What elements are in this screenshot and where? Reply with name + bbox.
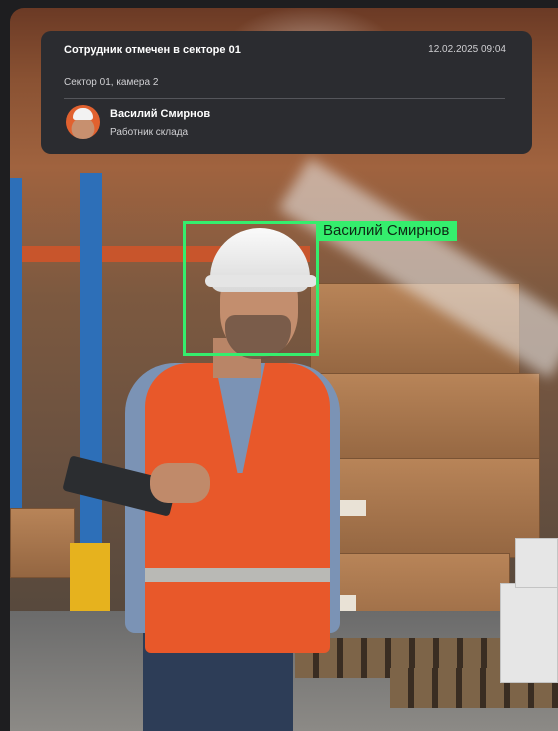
- notification-datetime: 12.02.2025 09:04: [428, 44, 506, 55]
- white-box: [515, 538, 558, 588]
- worker-avatar: [66, 105, 100, 139]
- notification-title: Сотрудник отмечен в секторе 01: [64, 44, 241, 56]
- face-detection-label: Василий Смирнов: [319, 221, 458, 241]
- worker-hand: [150, 463, 210, 503]
- user-name: Василий Смирнов: [110, 108, 211, 120]
- face-detection-box: [183, 221, 319, 356]
- card-divider: [64, 98, 505, 99]
- user-role: Работник склада: [110, 127, 189, 138]
- vest-reflective-stripe: [145, 568, 330, 582]
- shelf-post: [10, 178, 22, 538]
- notification-card[interactable]: Сотрудник отмечен в секторе 01 12.02.202…: [41, 31, 532, 154]
- white-box: [500, 583, 558, 683]
- avatar-helmet-icon: [73, 108, 93, 120]
- notification-location: Сектор 01, камера 2: [64, 77, 159, 88]
